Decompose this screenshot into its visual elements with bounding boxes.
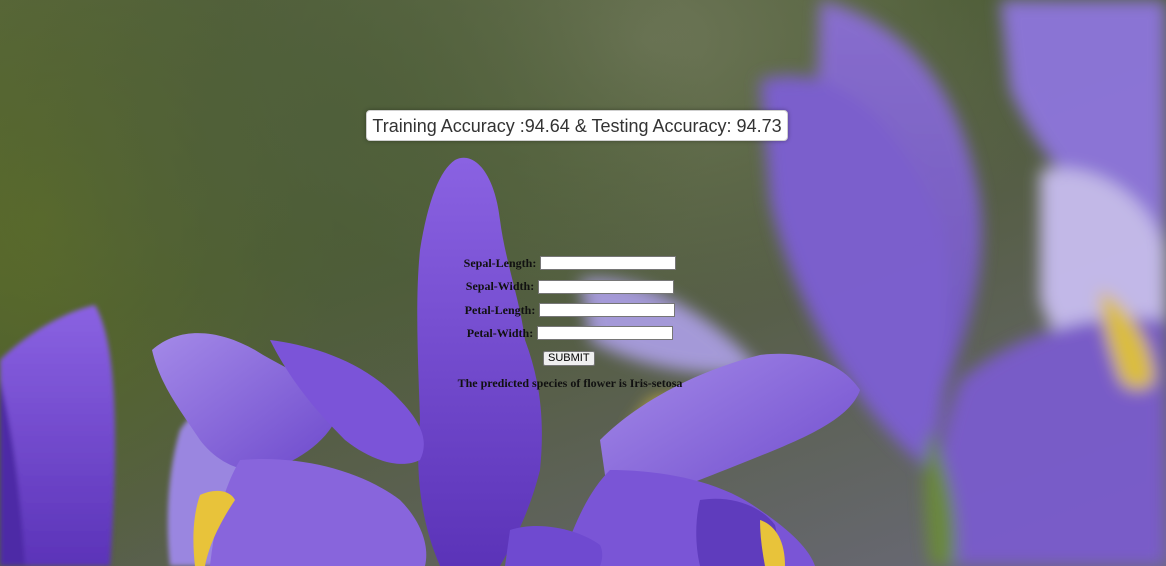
prediction-form: Sepal-Length: Sepal-Width: Petal-Length:… [420,254,720,347]
prediction-result: The predicted species of flower is Iris-… [457,376,683,390]
sepal-width-row: Sepal-Width: [420,277,720,300]
sepal-width-input[interactable] [538,279,675,294]
petal-length-row: Petal-Length: [420,301,720,324]
petal-length-label: Petal-Length: [464,302,536,317]
submit-container: SUBMIT [543,348,595,366]
submit-button[interactable]: SUBMIT [543,351,595,366]
petal-length-input[interactable] [539,302,676,317]
sepal-length-input[interactable] [540,256,677,271]
petal-width-row: Petal-Width: [420,324,720,347]
petal-width-label: Petal-Width: [466,325,534,340]
sepal-width-label: Sepal-Width: [465,279,535,294]
petal-width-input[interactable] [537,326,674,341]
accuracy-banner: Training Accuracy :94.64 & Testing Accur… [366,110,788,141]
sepal-length-label: Sepal-Length: [463,255,537,270]
sepal-length-row: Sepal-Length: [420,254,720,277]
